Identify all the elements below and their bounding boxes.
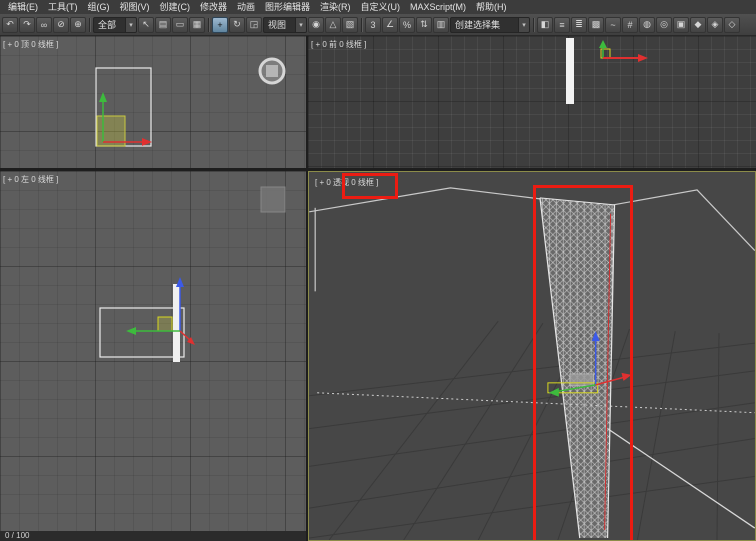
curve-editor-icon[interactable]: ~: [605, 17, 621, 33]
render-production-icon[interactable]: ◆: [690, 17, 706, 33]
track-bar[interactable]: 0 / 100: [0, 531, 306, 541]
shape-library-icon[interactable]: ◈: [707, 17, 723, 33]
menubar: 编辑(E) 工具(T) 组(G) 视图(V) 创建(C) 修改器 动画 图形编辑…: [0, 0, 756, 14]
bind-to-space-warp-icon[interactable]: ⊕: [70, 17, 86, 33]
material-editor-icon[interactable]: ◍: [639, 17, 655, 33]
viewport-top-label[interactable]: [ + 0 顶 0 线框 ]: [3, 39, 58, 50]
circle-gizmo-core: [266, 65, 278, 77]
frame-indicator: 0 / 100: [5, 531, 29, 540]
render-setup-icon[interactable]: ◎: [656, 17, 672, 33]
graphite-ribbon-icon[interactable]: ▩: [588, 17, 604, 33]
menu-edit[interactable]: 编辑(E): [3, 0, 43, 14]
move-gizmo[interactable]: [126, 277, 195, 345]
layer-manager-icon[interactable]: ≣: [571, 17, 587, 33]
gizmo-x-arrow-icon: [638, 54, 648, 62]
rectangular-selection-region-icon[interactable]: ▭: [172, 17, 188, 33]
undo-icon[interactable]: ↶: [2, 17, 18, 33]
select-and-manipulate-icon[interactable]: △: [325, 17, 341, 33]
viewport-top-scene: [0, 36, 306, 168]
gizmo-y-arrow-icon: [99, 92, 107, 102]
named-selection-set-value: 创建选择集: [455, 18, 516, 31]
keyboard-shortcut-override-icon[interactable]: ▧: [342, 17, 358, 33]
toolbar-separator: [208, 18, 209, 32]
toolbar-separator: [533, 18, 534, 32]
menu-group[interactable]: 组(G): [83, 0, 115, 14]
edit-named-selection-sets-icon[interactable]: ▥: [433, 17, 449, 33]
gizmo-y-arrow-icon: [126, 327, 136, 335]
menu-maxscript[interactable]: MAXScript(M): [405, 0, 471, 14]
use-pivot-point-center-icon[interactable]: ◉: [308, 17, 324, 33]
redo-icon[interactable]: ↷: [19, 17, 35, 33]
gizmo-plane-handle[interactable]: [158, 317, 172, 331]
select-and-move-icon[interactable]: +: [212, 17, 228, 33]
unlink-selection-icon[interactable]: ⊘: [53, 17, 69, 33]
chevron-down-icon: ▾: [518, 18, 529, 32]
select-by-name-icon[interactable]: ▤: [155, 17, 171, 33]
percent-snap-icon[interactable]: %: [399, 17, 415, 33]
viewport-perspective-scene: [309, 172, 755, 540]
select-and-link-icon[interactable]: ∞: [36, 17, 52, 33]
rectangle-shape[interactable]: [100, 308, 184, 357]
menu-graph-editors[interactable]: 图形编辑器: [260, 0, 315, 14]
menu-create[interactable]: 创建(C): [155, 0, 196, 14]
align-icon[interactable]: ≡: [554, 17, 570, 33]
select-and-scale-icon[interactable]: ◲: [246, 17, 262, 33]
select-object-icon[interactable]: ↖: [138, 17, 154, 33]
viewport-left[interactable]: [ + 0 左 0 线框 ]: [0, 171, 306, 531]
menu-rendering[interactable]: 渲染(R): [315, 0, 356, 14]
room-wireframe[interactable]: [309, 188, 755, 528]
select-and-rotate-icon[interactable]: ↻: [229, 17, 245, 33]
window-crossing-icon[interactable]: ▦: [189, 17, 205, 33]
viewport-left-scene: [0, 171, 306, 531]
annotation-box-viewport-label: [342, 173, 398, 199]
viewport-perspective[interactable]: [ + 0 透视 0 线框 ]: [308, 171, 756, 541]
chevron-down-icon: ▾: [295, 18, 306, 32]
menu-modifiers[interactable]: 修改器: [195, 0, 232, 14]
named-selection-set-dropdown[interactable]: 创建选择集 ▾: [450, 17, 530, 33]
menu-animation[interactable]: 动画: [232, 0, 260, 14]
move-gizmo[interactable]: [599, 40, 648, 62]
viewport-area: [ + 0 顶 0 线框 ] [ + 0 前 0 线框 ]: [0, 36, 756, 541]
reference-coordinate-value: 视图: [268, 18, 293, 31]
viewport-left-label[interactable]: [ + 0 左 0 线框 ]: [3, 174, 58, 185]
spinner-snap-icon[interactable]: ⇅: [416, 17, 432, 33]
selection-filter-dropdown[interactable]: 全部 ▾: [93, 17, 137, 33]
reference-coordinate-dropdown[interactable]: 视图 ▾: [263, 17, 307, 33]
menu-help[interactable]: 帮助(H): [471, 0, 512, 14]
geometry-icon[interactable]: ◇: [724, 17, 740, 33]
toolbar-separator: [361, 18, 362, 32]
snaps-toggle-icon[interactable]: 3: [365, 17, 381, 33]
wall-object[interactable]: [173, 284, 180, 362]
schematic-view-icon[interactable]: #: [622, 17, 638, 33]
mirror-icon[interactable]: ◧: [537, 17, 553, 33]
circle-gizmo[interactable]: [260, 59, 284, 83]
selection-filter-value: 全部: [98, 18, 123, 31]
viewport-front-label[interactable]: [ + 0 前 0 线框 ]: [311, 39, 366, 50]
menu-tools[interactable]: 工具(T): [43, 0, 83, 14]
viewport-front[interactable]: [ + 0 前 0 线框 ]: [308, 36, 756, 168]
menu-views[interactable]: 视图(V): [115, 0, 155, 14]
viewport-front-scene: [308, 36, 756, 168]
perspective-grid: [309, 321, 755, 540]
gizmo-z-arrow-icon: [176, 277, 184, 287]
ghost-box-object[interactable]: [261, 187, 285, 212]
menu-customize[interactable]: 自定义(U): [356, 0, 406, 14]
viewport-top[interactable]: [ + 0 顶 0 线框 ]: [0, 36, 306, 168]
rendered-frame-icon[interactable]: ▣: [673, 17, 689, 33]
annotation-box-cylinder: [533, 185, 633, 541]
main-toolbar: ↶ ↷ ∞ ⊘ ⊕ 全部 ▾ ↖ ▤ ▭ ▦ + ↻ ◲ 视图 ▾ ◉ △ ▧: [0, 14, 756, 36]
angle-snap-icon[interactable]: ∠: [382, 17, 398, 33]
chevron-down-icon: ▾: [125, 18, 136, 32]
wall-object[interactable]: [566, 38, 574, 104]
toolbar-separator: [89, 18, 90, 32]
gizmo-y-arrow-icon: [599, 40, 607, 48]
